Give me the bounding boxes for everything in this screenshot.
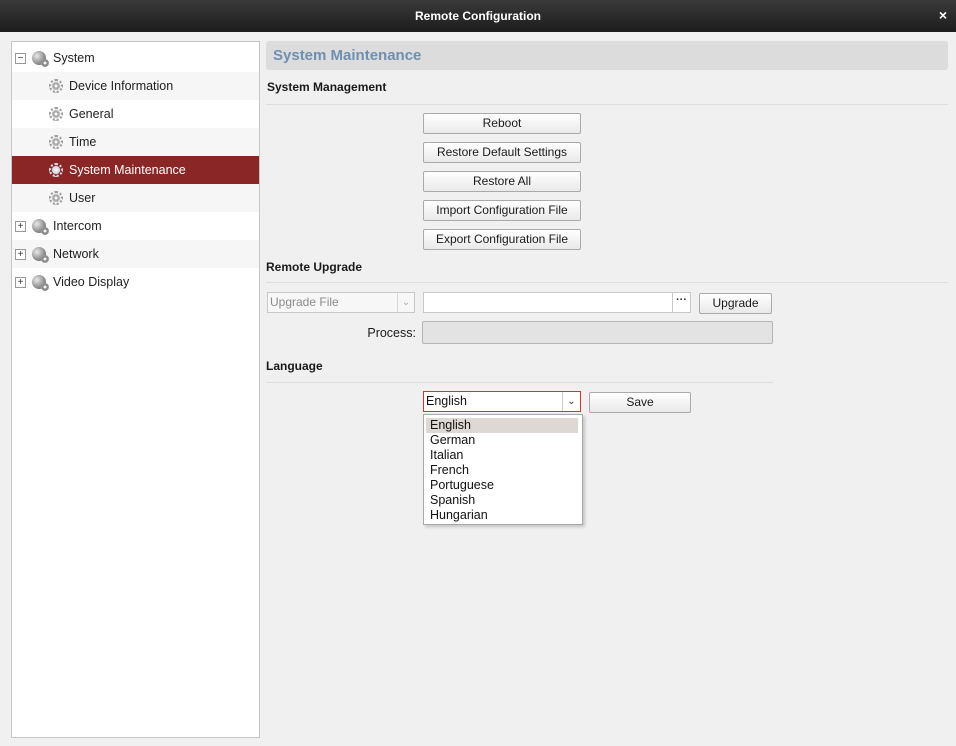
collapse-icon[interactable]: − [15, 53, 26, 64]
language-option-french[interactable]: French [426, 463, 578, 478]
dialog-body: − System Device Information General Time… [0, 32, 956, 746]
tree-item-system[interactable]: − System [12, 44, 259, 72]
tree-item-network[interactable]: + Network [12, 240, 259, 268]
chevron-down-icon[interactable]: ⌄ [562, 392, 580, 411]
language-select[interactable]: English ⌄ [423, 391, 581, 412]
gear-icon [49, 79, 63, 93]
tree-item-label: Intercom [53, 219, 102, 233]
expand-icon[interactable]: + [15, 221, 26, 232]
browse-icon[interactable]: ··· [672, 293, 690, 312]
globe-icon [32, 219, 49, 235]
config-tree: − System Device Information General Time… [11, 41, 260, 738]
expand-icon[interactable]: + [15, 277, 26, 288]
tree-item-device-information[interactable]: Device Information [12, 72, 259, 100]
tree-item-intercom[interactable]: + Intercom [12, 212, 259, 240]
reboot-button[interactable]: Reboot [423, 113, 581, 134]
tree-item-label: System [53, 51, 95, 65]
upgrade-button[interactable]: Upgrade [699, 293, 772, 314]
upgrade-file-type-select[interactable]: Upgrade File ⌄ [267, 292, 415, 313]
page-header: System Maintenance [266, 41, 948, 70]
section-title-system-management: System Management [267, 80, 387, 94]
tree-item-time[interactable]: Time [12, 128, 259, 156]
save-button[interactable]: Save [589, 392, 691, 413]
globe-icon [32, 51, 49, 67]
export-configuration-button[interactable]: Export Configuration File [423, 229, 581, 250]
upgrade-file-path-input[interactable]: ··· [423, 292, 691, 313]
tree-item-system-maintenance[interactable]: System Maintenance [12, 156, 259, 184]
import-configuration-button[interactable]: Import Configuration File [423, 200, 581, 221]
tree-item-label: General [69, 107, 114, 121]
tree-item-label: Video Display [53, 275, 130, 289]
gear-icon [49, 191, 63, 205]
gear-icon [49, 135, 63, 149]
tree-item-label: Time [69, 135, 97, 149]
tree-item-general[interactable]: General [12, 100, 259, 128]
window-titlebar: Remote Configuration × [0, 0, 956, 32]
tree-item-label: Device Information [69, 79, 174, 93]
tree-item-user[interactable]: User [12, 184, 259, 212]
divider [266, 282, 948, 283]
globe-icon [32, 247, 49, 263]
chevron-down-icon: ⌄ [397, 293, 414, 312]
main-panel: System Maintenance System Management Reb… [266, 41, 948, 738]
process-label: Process: [367, 326, 416, 340]
close-icon[interactable]: × [936, 7, 950, 23]
upgrade-file-type-value: Upgrade File [270, 295, 339, 309]
expand-icon[interactable]: + [15, 249, 26, 260]
upgrade-progress-bar [422, 321, 773, 344]
window-title: Remote Configuration [415, 9, 541, 23]
restore-all-button[interactable]: Restore All [423, 171, 581, 192]
divider [266, 104, 948, 105]
language-option-hungarian[interactable]: Hungarian [426, 508, 578, 523]
tree-item-label: Network [53, 247, 99, 261]
page-title: System Maintenance [273, 47, 422, 64]
language-select-value: English [426, 394, 467, 408]
gear-icon [49, 107, 63, 121]
tree-item-video-display[interactable]: + Video Display [12, 268, 259, 296]
section-title-language: Language [266, 359, 323, 373]
tree-item-label: User [69, 191, 96, 205]
language-option-german[interactable]: German [426, 433, 578, 448]
language-option-english[interactable]: English [426, 418, 578, 433]
restore-default-settings-button[interactable]: Restore Default Settings [423, 142, 581, 163]
section-title-remote-upgrade: Remote Upgrade [266, 260, 363, 274]
globe-icon [32, 275, 49, 291]
tree-item-label: System Maintenance [69, 163, 186, 177]
language-option-portuguese[interactable]: Portuguese [426, 478, 578, 493]
gear-icon [49, 163, 63, 177]
language-dropdown-list: English German Italian French Portuguese… [423, 414, 583, 525]
divider [266, 382, 773, 383]
language-option-italian[interactable]: Italian [426, 448, 578, 463]
language-option-spanish[interactable]: Spanish [426, 493, 578, 508]
